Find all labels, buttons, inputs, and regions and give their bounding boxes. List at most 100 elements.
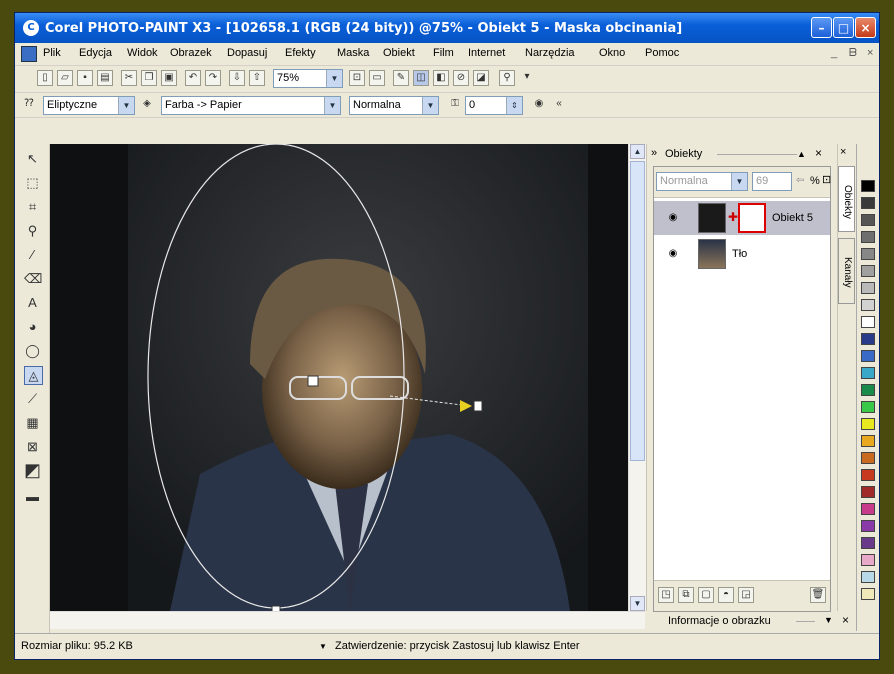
maximize-button[interactable]: □: [833, 17, 854, 38]
cut-icon[interactable]: ✂: [121, 70, 137, 86]
zoom-fit-icon[interactable]: ⊡: [349, 70, 365, 86]
menu-pomoc[interactable]: Pomoc: [645, 47, 679, 59]
mask-marquee-icon[interactable]: ◫: [413, 70, 429, 86]
layer-row-tlo[interactable]: ◉ Tło: [654, 237, 830, 271]
combine-objects-icon[interactable]: ▢: [698, 587, 714, 603]
color-swatch[interactable]: [861, 571, 875, 583]
side-close-icon[interactable]: ×: [840, 146, 846, 158]
red-eye-tool-icon[interactable]: ◕: [24, 318, 41, 335]
object-blend-select[interactable]: Normalna ▼: [656, 172, 748, 191]
trash-icon[interactable]: 🗑: [810, 587, 826, 603]
menu-edycja[interactable]: Edycja: [79, 47, 112, 59]
zoom-tool-icon[interactable]: ⚲: [24, 222, 41, 239]
mdi-restore-button[interactable]: ᗷ: [849, 47, 857, 60]
color-swatch[interactable]: [861, 299, 875, 311]
blend-mode-select[interactable]: Normalna ▼: [349, 96, 439, 115]
menu-okno[interactable]: Okno: [599, 47, 625, 59]
copy-icon[interactable]: ❐: [141, 70, 157, 86]
tab-kanaly[interactable]: Kanały: [838, 238, 855, 304]
color-swatch-icon[interactable]: ◩: [24, 461, 41, 479]
full-screen-icon[interactable]: ▭: [369, 70, 385, 86]
info-docker-bar[interactable]: Informacje o obrazku ▼ ×: [646, 611, 855, 631]
document-icon[interactable]: [21, 46, 37, 62]
help-pointer-icon[interactable]: ⁇: [21, 97, 37, 113]
pick-tool-icon[interactable]: ↖: [24, 150, 41, 167]
scroll-thumb[interactable]: [630, 161, 645, 461]
status-dropdown-icon[interactable]: ▼: [319, 642, 327, 651]
scroll-up-icon[interactable]: ▲: [630, 144, 645, 159]
color-swatch[interactable]: [861, 180, 875, 192]
create-mask-icon[interactable]: ◲: [738, 587, 754, 603]
info-close-icon[interactable]: ×: [842, 613, 849, 627]
docker-close-icon[interactable]: ×: [815, 146, 822, 160]
color-swatch[interactable]: [861, 265, 875, 277]
new-file-icon[interactable]: ▯: [37, 70, 53, 86]
image-canvas[interactable]: [50, 144, 628, 611]
scroll-down-icon[interactable]: ▼: [630, 596, 645, 611]
color-swatch[interactable]: [861, 401, 875, 413]
menu-efekty[interactable]: Efekty: [285, 47, 316, 59]
color-swatch[interactable]: [861, 520, 875, 532]
color-swatch[interactable]: [861, 350, 875, 362]
corel-app-icon[interactable]: C: [23, 20, 39, 36]
menu-maska[interactable]: Maska: [337, 47, 369, 59]
effect-tool-icon[interactable]: ▦: [24, 414, 41, 431]
clip-mask-icon[interactable]: ◓: [718, 587, 734, 603]
zoom-select[interactable]: 75% ▼: [273, 69, 343, 88]
save-icon[interactable]: ▪: [77, 70, 93, 86]
open-icon[interactable]: ▱: [57, 70, 73, 86]
redo-icon[interactable]: ↷: [205, 70, 221, 86]
color-swatch[interactable]: [861, 486, 875, 498]
color-swatch[interactable]: [861, 214, 875, 226]
feather-icon[interactable]: «: [551, 97, 567, 113]
info-collapse-icon[interactable]: ▼: [824, 615, 833, 625]
menu-widok[interactable]: Widok: [127, 47, 158, 59]
color-swatch[interactable]: [861, 469, 875, 481]
color-swatch[interactable]: [861, 231, 875, 243]
brush-icon[interactable]: ✎: [393, 70, 409, 86]
image-sprayer-tool-icon[interactable]: ⊠: [24, 438, 41, 455]
print-icon[interactable]: ▤: [97, 70, 113, 86]
duplicate-object-icon[interactable]: ⧉: [678, 587, 694, 603]
color-swatch[interactable]: [861, 537, 875, 549]
export-icon[interactable]: ⇧: [249, 70, 265, 86]
horizontal-scrollbar[interactable]: [50, 611, 645, 629]
undo-icon[interactable]: ↶: [185, 70, 201, 86]
color-swatch[interactable]: [861, 418, 875, 430]
color-swatch[interactable]: [861, 367, 875, 379]
text-tool-icon[interactable]: A: [24, 294, 41, 311]
crop-tool-icon[interactable]: ⌗: [24, 198, 41, 215]
menu-internet[interactable]: Internet: [468, 47, 505, 59]
merge-mode-select[interactable]: Farba -> Papier ▼: [161, 96, 341, 115]
color-swatch[interactable]: [861, 588, 875, 600]
color-swatch[interactable]: [861, 503, 875, 515]
eraser-tool-icon[interactable]: ⌫: [24, 270, 42, 287]
dropdown-arrow-icon[interactable]: ▾: [519, 70, 535, 86]
vertical-scrollbar[interactable]: ▲ ▼: [628, 144, 646, 611]
color-mask-icon[interactable]: ◉: [531, 97, 547, 113]
color-swatch[interactable]: [861, 452, 875, 464]
mdi-minimize-button[interactable]: _: [831, 47, 837, 59]
mask-shape-select[interactable]: Eliptyczne ▼: [43, 96, 135, 115]
menu-dopasuj[interactable]: Dopasuj: [227, 47, 267, 59]
docker-expand-icon[interactable]: »: [651, 147, 657, 159]
close-button[interactable]: ×: [855, 17, 876, 38]
color-swatch[interactable]: [861, 248, 875, 260]
color-swatch[interactable]: [861, 197, 875, 209]
fill-tool-icon[interactable]: ◬: [24, 366, 43, 385]
docker-collapse-icon[interactable]: ▲: [797, 149, 806, 159]
mask-remove-icon[interactable]: ⊘: [453, 70, 469, 86]
color-swatch[interactable]: [861, 333, 875, 345]
eye-icon[interactable]: ◉: [666, 248, 680, 260]
rectangle-mask-tool-icon[interactable]: ⬚: [24, 174, 41, 191]
minimize-button[interactable]: –: [811, 17, 832, 38]
link-icon[interactable]: ✚: [728, 210, 738, 224]
layer-row-obiekt5[interactable]: ◉ ✚ Obiekt 5: [654, 201, 830, 235]
eye-icon[interactable]: ◉: [666, 212, 680, 224]
color-swatch[interactable]: [861, 384, 875, 396]
menu-obiekt[interactable]: Obiekt: [383, 47, 415, 59]
docker-grip[interactable]: [717, 154, 797, 155]
import-icon[interactable]: ⇩: [229, 70, 245, 86]
antialias-icon[interactable]: ◈: [139, 97, 155, 113]
menu-narzedzia[interactable]: Narzędzia: [525, 47, 575, 59]
